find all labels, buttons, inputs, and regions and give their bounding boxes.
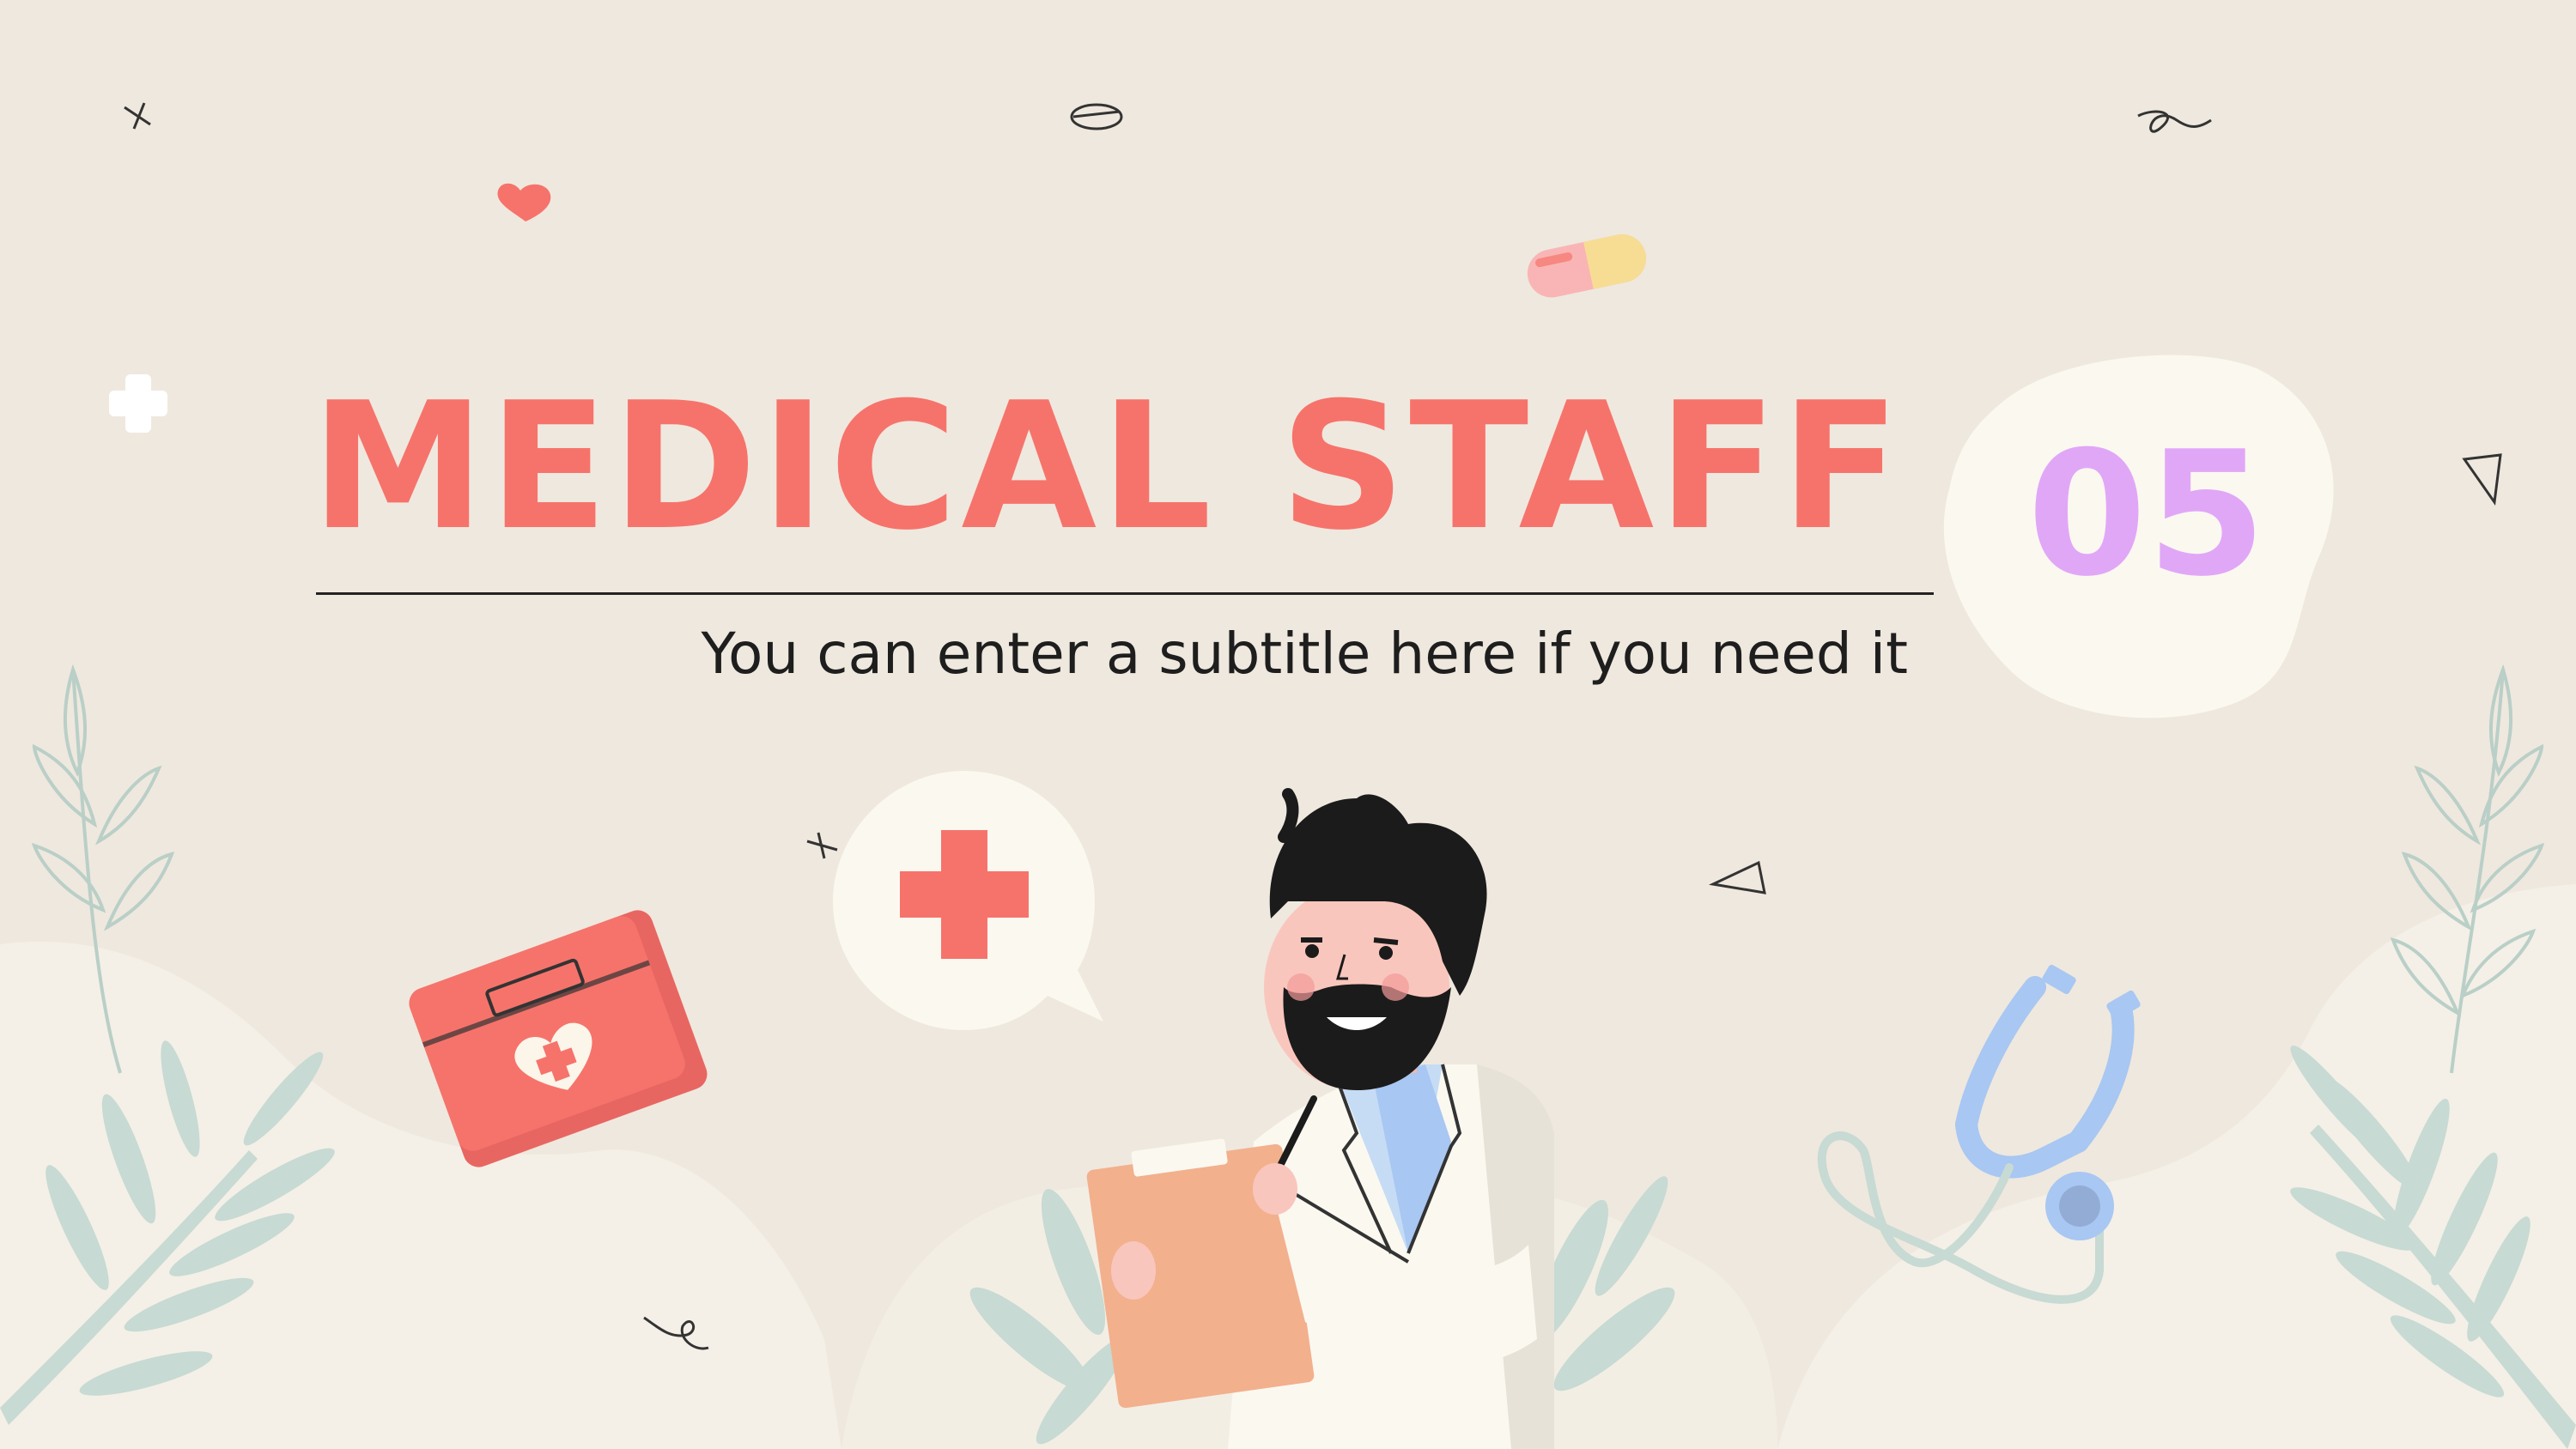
capsule-icon [1527, 234, 1647, 298]
slide: MEDICAL STAFF You can enter a subtitle h… [0, 0, 2576, 1449]
title-divider [316, 592, 1934, 595]
slide-subtitle: You can enter a subtitle here if you nee… [701, 621, 1909, 687]
speech-bubble-cross-icon [833, 771, 1103, 1030]
slide-title: MEDICAL STAFF [311, 366, 1905, 569]
heart-icon [497, 183, 551, 221]
background-art [0, 102, 2576, 1449]
doctor-illustration [1086, 788, 1554, 1449]
section-number: 05 [2026, 415, 2267, 615]
first-aid-kit-icon [409, 910, 708, 1167]
pill-icon [1070, 103, 1123, 130]
plus-sparkle-icon [109, 374, 167, 433]
